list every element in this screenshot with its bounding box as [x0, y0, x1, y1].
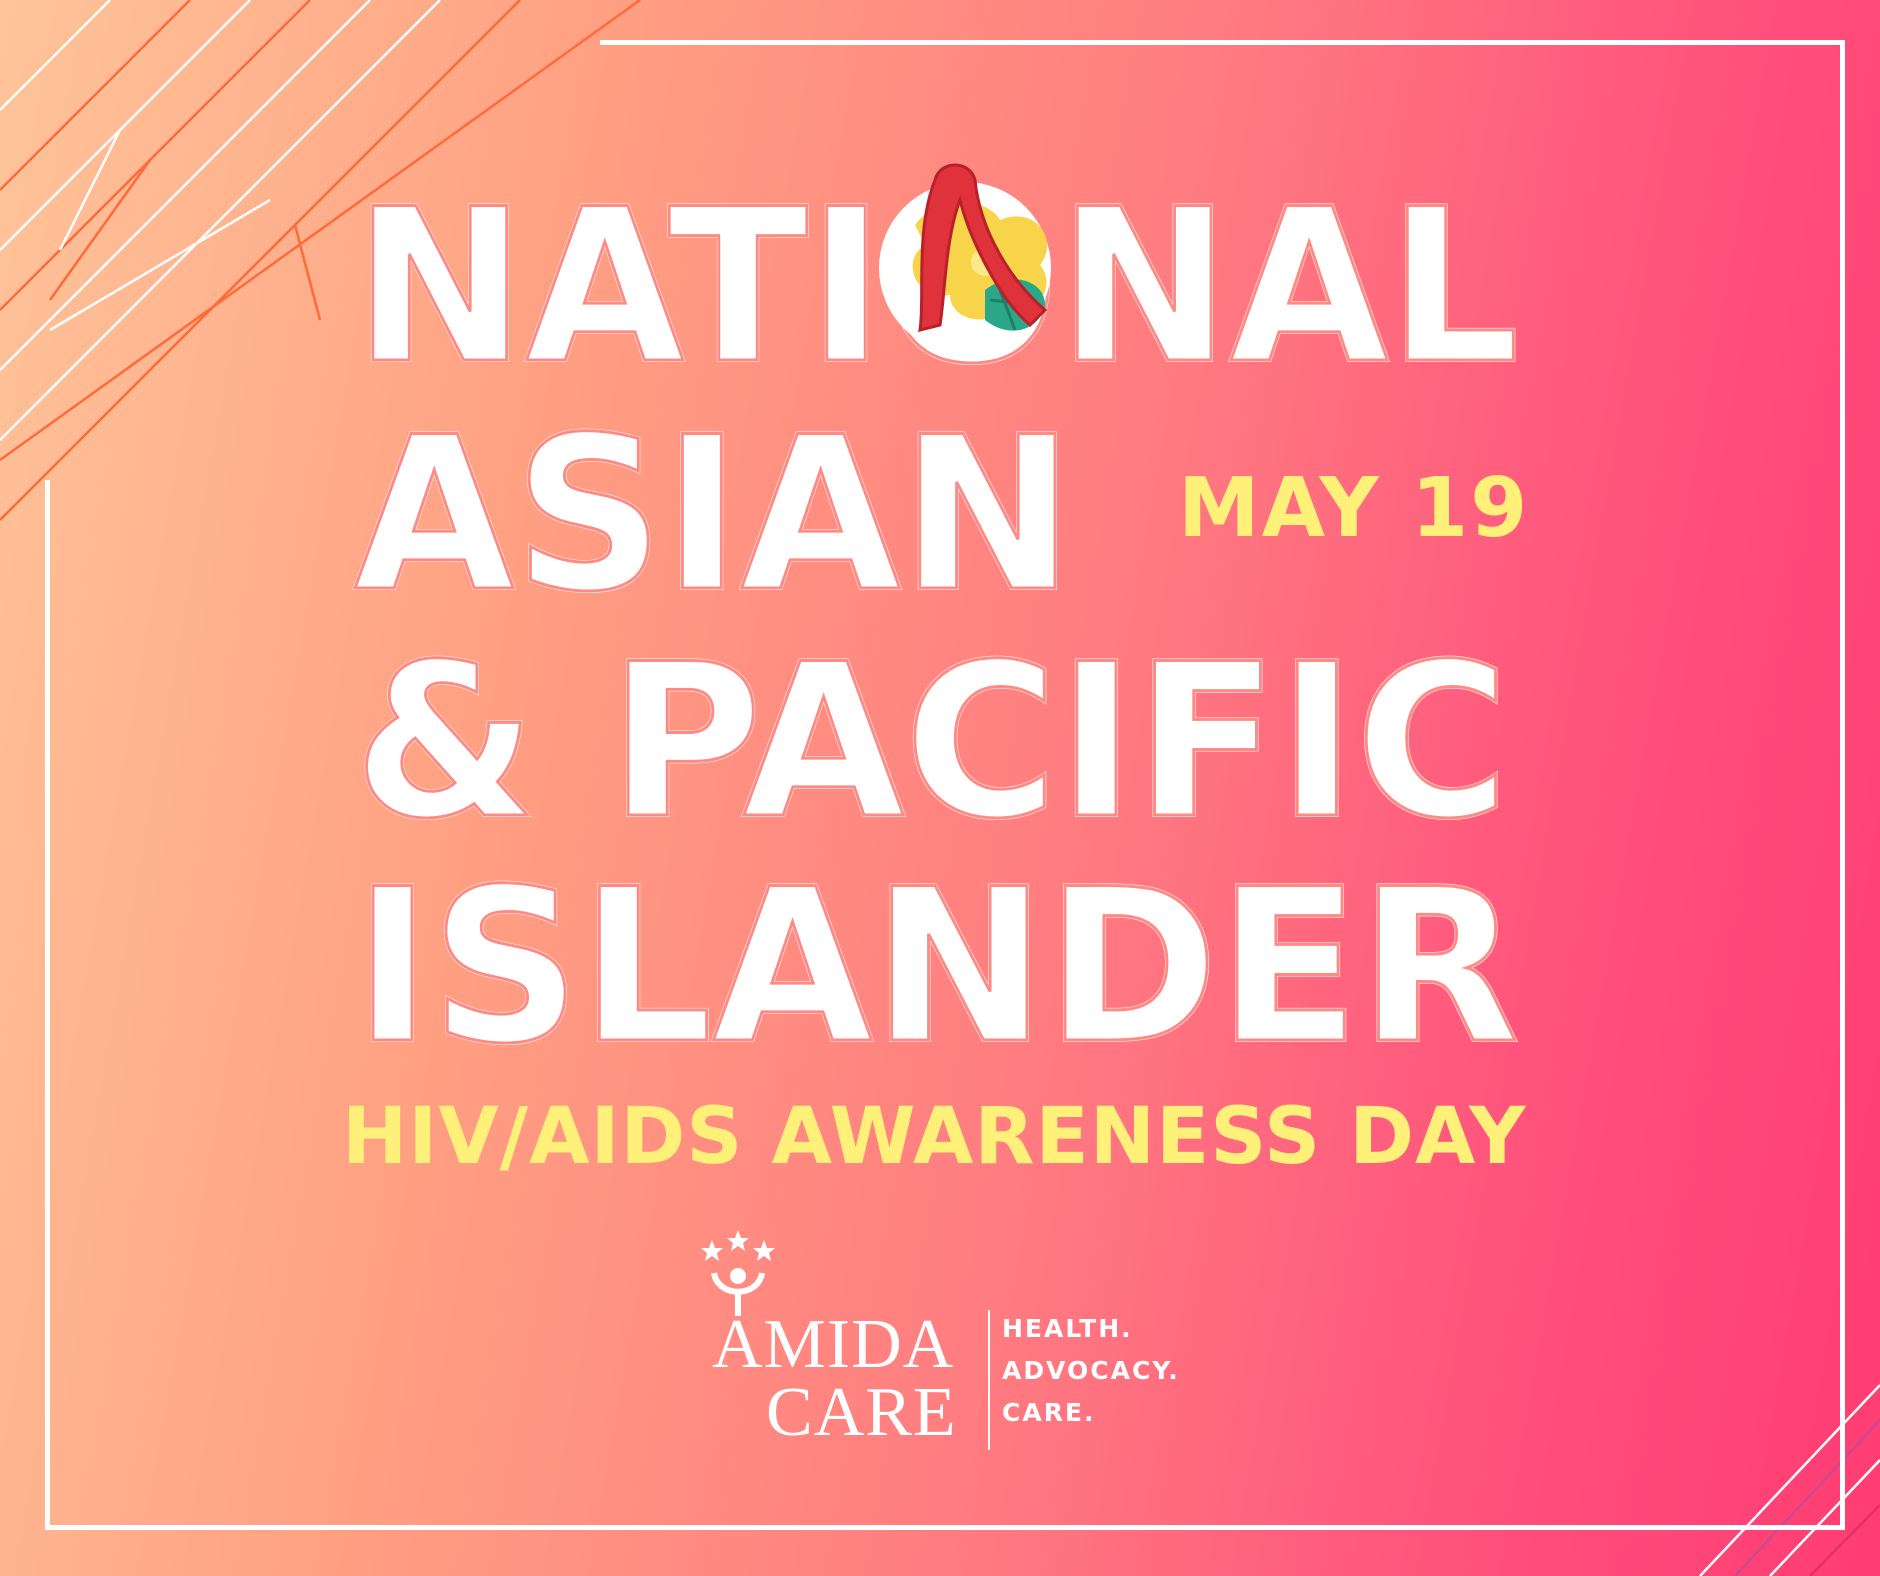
logo-divider	[988, 1310, 990, 1450]
logo-name-line1: AMIDA	[712, 1306, 955, 1383]
headline-line4-inline: ISLANDER	[354, 843, 1519, 1090]
headline-line3: & PACIFIC & PACIFIC	[352, 616, 1511, 867]
headline-line3-inline: & PACIFIC	[354, 618, 1509, 865]
event-date: MAY 19	[1178, 461, 1530, 556]
logo-tagline-3: CARE.	[1002, 1398, 1096, 1427]
poster: NATIONAL NATIONAL ASIAN ASIAN & PACIFIC …	[0, 0, 1880, 1576]
headline-line2-inline: ASIAN	[354, 391, 1074, 638]
logo-tagline-1: HEALTH.	[1002, 1314, 1133, 1343]
headline-line2: ASIAN ASIAN	[352, 389, 1076, 640]
logo-tagline-2: ADVOCACY.	[1002, 1356, 1180, 1385]
event-subtitle: HIV/AIDS AWARENESS DAY	[342, 1092, 1527, 1182]
logo-name-line2: CARE	[766, 1374, 957, 1451]
headline-line4: ISLANDER ISLANDER	[352, 841, 1521, 1092]
amida-care-logo: AMIDA CARE HEALTH. ADVOCACY. CARE.	[700, 1228, 1200, 1468]
